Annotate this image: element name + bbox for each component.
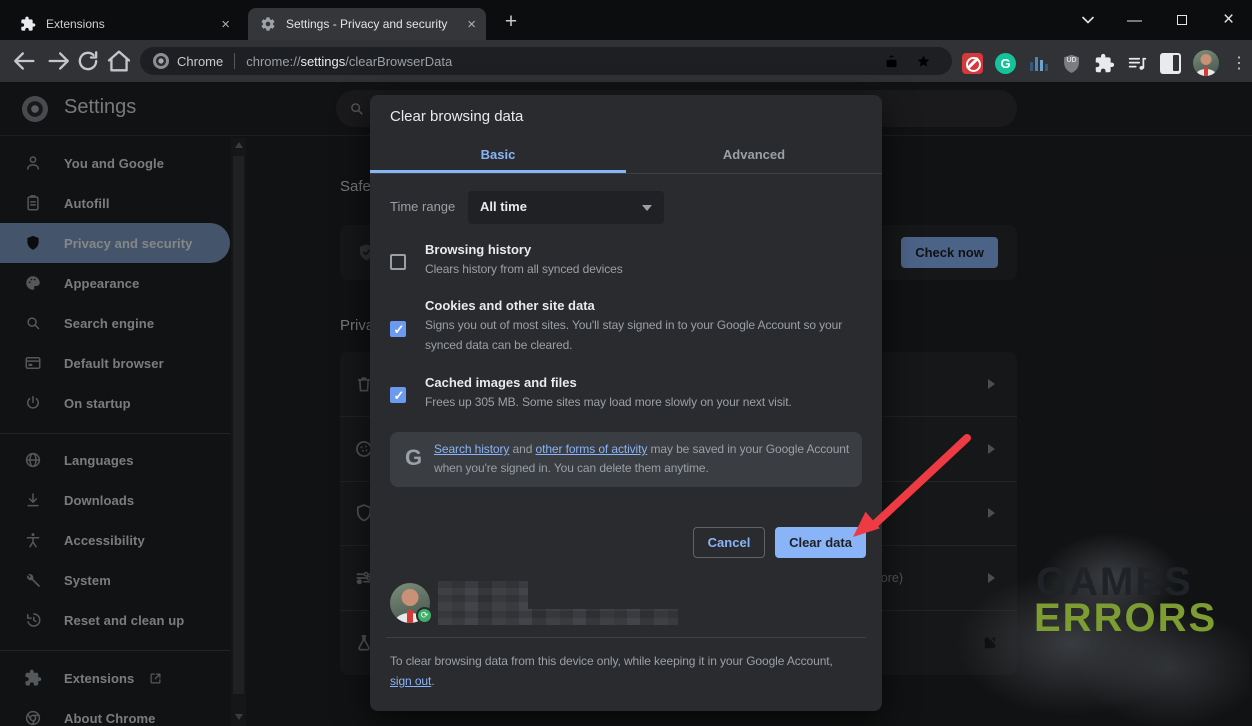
new-tab-button[interactable]: + (497, 9, 525, 37)
bookmark-star-icon[interactable] (915, 53, 932, 70)
checkbox-row-browsing-history: Browsing history Clears history from all… (390, 240, 873, 279)
tab-settings[interactable]: Settings - Privacy and security × (248, 8, 486, 40)
music-queue-icon[interactable] (1127, 53, 1148, 74)
dialog-divider (386, 637, 866, 638)
clear-browsing-data-dialog: Clear browsing data Basic Advanced Time … (370, 95, 882, 711)
google-note-text: Search history and other forms of activi… (434, 440, 856, 478)
maximize-icon (1177, 15, 1187, 25)
sign-out-link[interactable]: sign out (390, 674, 431, 688)
url-separator (234, 53, 235, 69)
grammarly-extension-icon[interactable]: G (995, 53, 1016, 74)
side-panel-icon[interactable] (1160, 53, 1181, 74)
sync-badge-icon: ⟳ (416, 607, 433, 624)
time-range-select[interactable]: All time (468, 191, 664, 224)
browser-toolbar: Chrome chrome://settings/clearBrowserDat… (0, 40, 1252, 82)
tab-search-chevron-icon[interactable] (1064, 0, 1111, 40)
browser-window: Extensions × Settings - Privacy and secu… (0, 0, 1252, 726)
share-icon[interactable] (883, 53, 900, 70)
window-controls: — × (1064, 0, 1252, 40)
clear-data-button[interactable]: Clear data (775, 527, 866, 558)
browsing-history-checkbox[interactable] (390, 254, 406, 270)
checkbox-label: Cached images and files (425, 373, 873, 392)
tab-advanced[interactable]: Advanced (626, 138, 882, 173)
redacted-account-name (438, 581, 528, 609)
time-range-label: Time range (390, 199, 455, 214)
minimize-button[interactable]: — (1111, 0, 1158, 40)
checkbox-row-cached-images: Cached images and files Frees up 305 MB.… (390, 373, 873, 412)
puzzle-icon (20, 16, 36, 32)
dialog-tabs: Basic Advanced (370, 138, 882, 174)
time-range-value: All time (480, 199, 527, 214)
tab-label: Extensions (46, 17, 105, 31)
url-path: /clearBrowserData (345, 54, 452, 69)
extensions-menu-icon[interactable] (1094, 53, 1115, 74)
avatar-tie (407, 610, 413, 623)
extensions-row: G UD ⋮ (962, 50, 1241, 76)
other-activity-link[interactable]: other forms of activity (536, 442, 648, 456)
avatar-tie (1204, 67, 1208, 76)
url-host: settings (300, 54, 345, 69)
caret-down-icon (642, 205, 652, 211)
maximize-button[interactable] (1158, 0, 1205, 40)
chrome-logo-icon (153, 53, 169, 69)
forward-icon[interactable] (45, 47, 73, 75)
dialog-actions: Cancel Clear data (693, 527, 866, 558)
watermark-line2: ERRORS (1034, 596, 1217, 641)
close-window-button[interactable]: × (1205, 0, 1252, 40)
cancel-button[interactable]: Cancel (693, 527, 765, 558)
checkbox-description: Frees up 305 MB. Some sites may load mor… (425, 392, 873, 412)
checkbox-description: Clears history from all synced devices (425, 259, 873, 279)
url-scheme: chrome:// (246, 54, 300, 69)
tab-basic[interactable]: Basic (370, 138, 626, 173)
google-g-icon: G (405, 445, 422, 471)
home-icon[interactable] (105, 47, 133, 75)
checkbox-row-cookies: Cookies and other site data Signs you ou… (390, 296, 873, 355)
search-history-link[interactable]: Search history (434, 442, 509, 456)
tab-extensions[interactable]: Extensions × (8, 8, 240, 40)
tab-label: Settings - Privacy and security (286, 17, 447, 31)
adblock-extension-icon[interactable] (962, 53, 983, 74)
profile-avatar[interactable] (1193, 50, 1219, 76)
reload-icon[interactable] (74, 47, 102, 75)
close-icon[interactable]: × (467, 16, 476, 33)
checkbox-label: Cookies and other site data (425, 296, 873, 315)
ud-shield-extension-icon[interactable]: UD (1061, 53, 1082, 74)
checkbox-label: Browsing history (425, 240, 873, 259)
games-errors-watermark: GAMES ERRORS (920, 520, 1250, 726)
back-icon[interactable] (10, 47, 38, 75)
price-tracker-extension-icon[interactable] (1028, 53, 1049, 74)
gear-icon (260, 16, 276, 32)
tab-strip: Extensions × Settings - Privacy and secu… (0, 0, 1252, 40)
menu-kebab-icon[interactable]: ⋮ (1231, 53, 1241, 74)
google-account-note: G Search history and other forms of acti… (390, 432, 862, 487)
redacted-account-email (438, 609, 678, 625)
close-icon[interactable]: × (221, 16, 230, 33)
dialog-title: Clear browsing data (390, 108, 523, 125)
cached-images-checkbox[interactable] (390, 387, 406, 403)
cookies-checkbox[interactable] (390, 321, 406, 337)
avatar-face (1201, 54, 1212, 65)
site-label: Chrome (177, 54, 223, 69)
checkbox-description: Signs you out of most sites. You'll stay… (425, 315, 873, 355)
avatar-face (402, 589, 419, 606)
dialog-footer-text: To clear browsing data from this device … (390, 651, 848, 691)
address-bar[interactable]: Chrome chrome://settings/clearBrowserDat… (140, 47, 952, 75)
